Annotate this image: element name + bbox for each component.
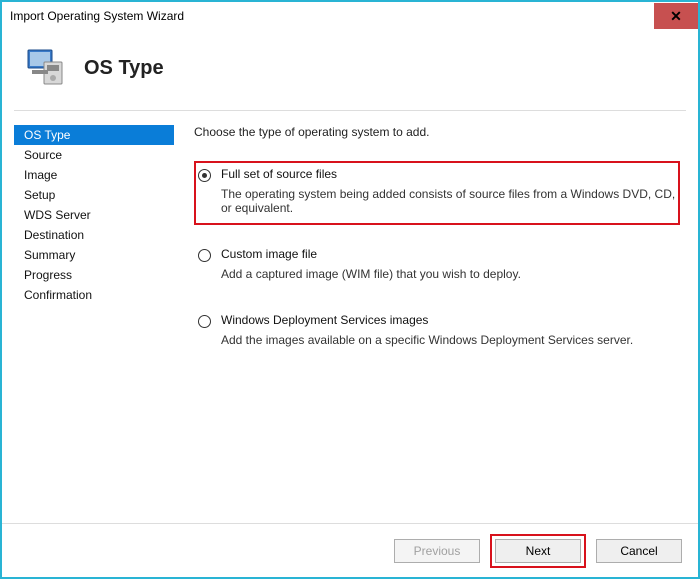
- sidebar-item-image[interactable]: Image: [14, 165, 174, 185]
- option-wds-images-label: Windows Deployment Services images: [221, 313, 676, 327]
- sidebar-item-source[interactable]: Source: [14, 145, 174, 165]
- wizard-steps-sidebar: OS Type Source Image Setup WDS Server De…: [14, 125, 184, 523]
- sidebar-item-confirmation[interactable]: Confirmation: [14, 285, 174, 305]
- close-icon: ✕: [670, 8, 682, 25]
- option-custom-image-label: Custom image file: [221, 247, 676, 261]
- option-full-source-text: Full set of source files The operating s…: [221, 167, 676, 215]
- sidebar-item-progress[interactable]: Progress: [14, 265, 174, 285]
- previous-button: Previous: [394, 539, 480, 563]
- option-full-source[interactable]: Full set of source files The operating s…: [194, 161, 680, 225]
- sidebar-item-summary[interactable]: Summary: [14, 245, 174, 265]
- radio-custom-image[interactable]: [198, 249, 211, 262]
- option-wds-images-desc: Add the images available on a specific W…: [221, 333, 676, 347]
- os-type-icon: [22, 44, 70, 92]
- option-custom-image-text: Custom image file Add a captured image (…: [221, 247, 676, 281]
- close-button[interactable]: ✕: [654, 3, 698, 29]
- wizard-footer: Previous Next Cancel: [2, 523, 698, 577]
- wizard-body: OS Type Source Image Setup WDS Server De…: [2, 111, 698, 523]
- sidebar-item-wds-server[interactable]: WDS Server: [14, 205, 174, 225]
- cancel-button[interactable]: Cancel: [596, 539, 682, 563]
- next-button[interactable]: Next: [495, 539, 581, 563]
- page-title: OS Type: [84, 57, 164, 80]
- next-button-highlight: Next: [490, 534, 586, 568]
- instruction-text: Choose the type of operating system to a…: [194, 125, 680, 139]
- wizard-window: Import Operating System Wizard ✕ OS Type…: [0, 0, 700, 579]
- wizard-content: Choose the type of operating system to a…: [184, 125, 686, 523]
- option-wds-images[interactable]: Windows Deployment Services images Add t…: [194, 307, 680, 357]
- option-custom-image[interactable]: Custom image file Add a captured image (…: [194, 241, 680, 291]
- titlebar: Import Operating System Wizard ✕: [2, 2, 698, 30]
- page-header: OS Type: [2, 30, 698, 110]
- sidebar-item-setup[interactable]: Setup: [14, 185, 174, 205]
- radio-wds-images[interactable]: [198, 315, 211, 328]
- option-full-source-desc: The operating system being added consist…: [221, 187, 676, 215]
- sidebar-item-os-type[interactable]: OS Type: [14, 125, 174, 145]
- window-title: Import Operating System Wizard: [10, 9, 184, 23]
- option-full-source-label: Full set of source files: [221, 167, 676, 181]
- radio-full-source[interactable]: [198, 169, 211, 182]
- option-custom-image-desc: Add a captured image (WIM file) that you…: [221, 267, 676, 281]
- sidebar-item-destination[interactable]: Destination: [14, 225, 174, 245]
- option-wds-images-text: Windows Deployment Services images Add t…: [221, 313, 676, 347]
